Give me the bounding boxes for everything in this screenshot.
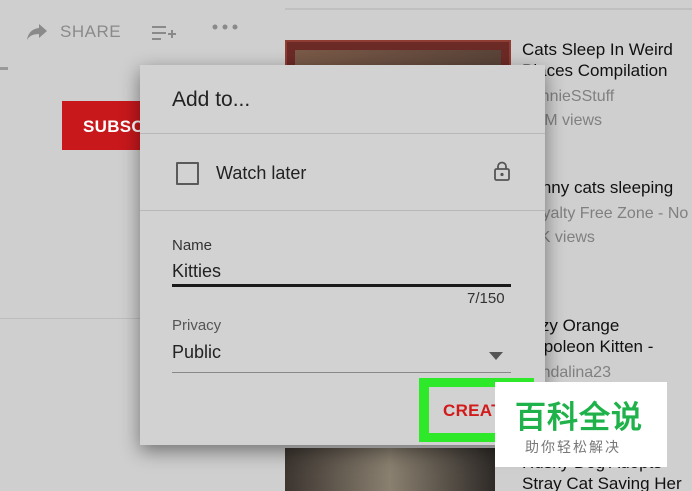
divider xyxy=(140,210,545,211)
video-views: 1.3M views xyxy=(522,112,603,129)
privacy-selected-value: Public xyxy=(172,342,222,362)
watch-later-checkbox[interactable] xyxy=(176,161,199,185)
video-views: 45K views xyxy=(522,229,595,246)
share-button[interactable]: SHARE xyxy=(26,22,121,42)
watermark-logo: 百科全说 助你轻松解决 xyxy=(495,382,667,467)
name-field-label: Name xyxy=(172,237,213,254)
share-arrow-icon xyxy=(27,24,47,40)
dropdown-caret-icon xyxy=(489,352,503,360)
video-title: Lazy Orange xyxy=(522,316,620,335)
divider xyxy=(285,8,692,10)
lock-icon xyxy=(494,161,510,181)
related-video-item[interactable]: Cats Sleep In Weird Places Compilation F… xyxy=(522,39,692,133)
watermark-subtitle: 助你轻松解决 xyxy=(525,439,621,455)
video-channel: Royalty Free Zone - No xyxy=(522,205,689,222)
character-counter: 7/150 xyxy=(467,290,505,307)
video-title: Napoleon Kitten - xyxy=(522,337,654,356)
related-video-item[interactable]: Lazy Orange Napoleon Kitten - Sandalina2… xyxy=(522,315,692,385)
playlist-name-input[interactable] xyxy=(172,259,511,287)
video-action-bar: SHARE xyxy=(0,0,270,70)
video-title: Funny cats sleeping xyxy=(522,178,674,197)
privacy-select[interactable]: Public xyxy=(172,342,511,373)
more-horizontal-icon xyxy=(212,24,238,30)
watch-later-option[interactable]: Watch later xyxy=(176,160,510,186)
playlist-add-icon xyxy=(152,26,176,40)
more-actions-button[interactable] xyxy=(212,24,238,30)
watch-later-label: Watch later xyxy=(216,162,307,183)
add-to-playlist-button[interactable] xyxy=(152,24,176,44)
watermark-title: 百科全说 xyxy=(515,400,643,435)
video-title: Places Compilation xyxy=(522,61,668,80)
video-title: Cats Sleep In Weird xyxy=(522,40,673,59)
tab-underline xyxy=(0,67,8,70)
subscribe-button[interactable]: SUBSCRIBE xyxy=(62,101,152,150)
divider xyxy=(140,133,545,134)
related-video-item[interactable]: Funny cats sleeping Royalty Free Zone - … xyxy=(522,177,692,250)
video-title: Stray Cat Saving Her xyxy=(522,474,682,491)
video-channel: FunnieSStuff xyxy=(522,88,615,105)
privacy-field-label: Privacy xyxy=(172,317,222,334)
video-thumbnail[interactable] xyxy=(285,448,495,491)
dialog-title: Add to... xyxy=(172,88,251,111)
share-label: SHARE xyxy=(60,22,122,41)
